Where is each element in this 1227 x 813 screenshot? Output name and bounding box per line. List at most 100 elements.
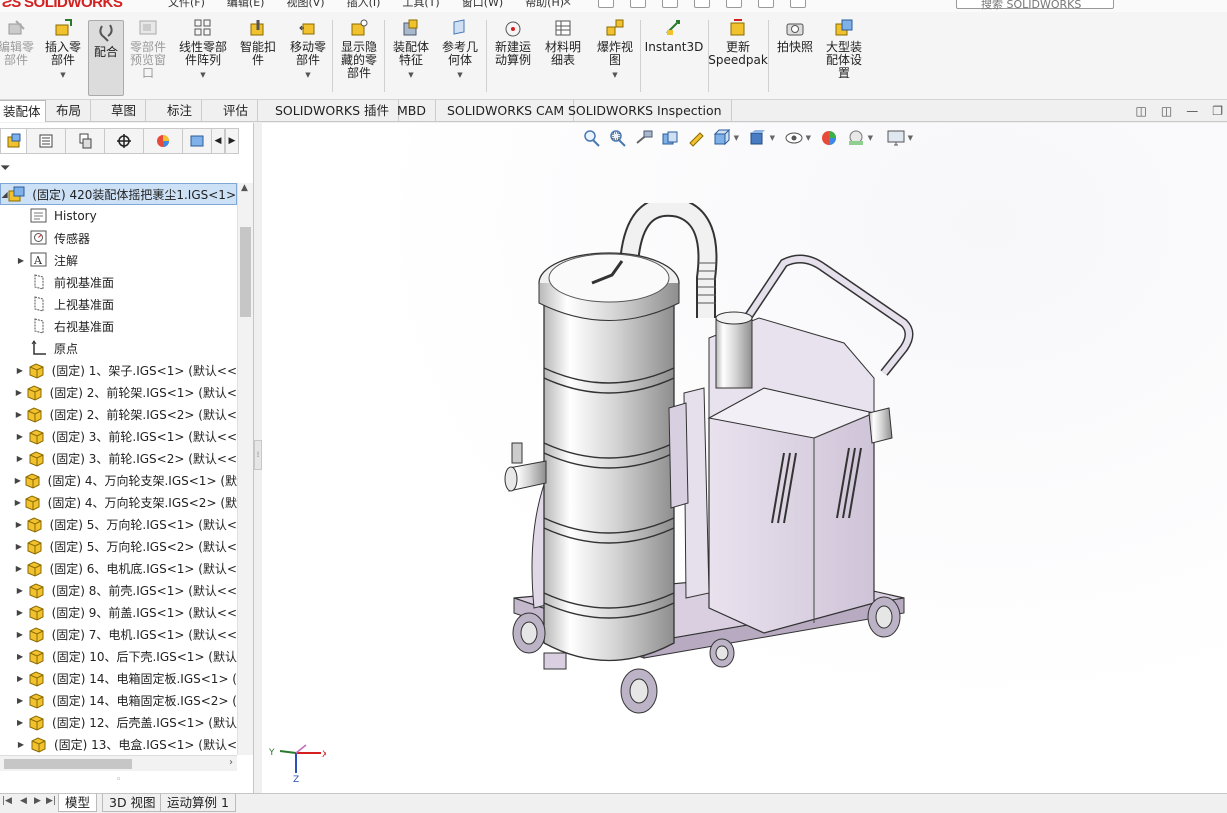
tab-3d-views[interactable]: 3D 视图 — [102, 794, 163, 812]
tab-layout[interactable]: 布局 — [47, 100, 92, 122]
tree-item-component[interactable]: ▶ (固定) 14、电箱固定板.IGS<1> ( — [0, 667, 237, 689]
tree-item-plane[interactable]: 上视基准面 — [0, 293, 237, 315]
dynamic-annotation-icon[interactable] — [686, 129, 706, 147]
vacuum-assembly-model[interactable] — [494, 203, 924, 723]
tree-item-component[interactable]: ▶ (固定) 13、电盒.IGS<1> (默认< — [0, 733, 237, 753]
select-icon[interactable] — [726, 0, 742, 8]
update-speedpak-button[interactable]: 更新 Speedpak — [708, 18, 768, 67]
expand-arrow-icon[interactable]: ▶ — [12, 718, 28, 727]
restore-icon[interactable]: ❐ — [1212, 104, 1223, 118]
tree-item-component[interactable]: ▶ (固定) 8、前壳.IGS<1> (默认<< — [0, 579, 237, 601]
tree-item-history[interactable]: History — [0, 205, 237, 227]
tab-evaluate[interactable]: 评估 — [214, 100, 259, 122]
scroll-right-icon[interactable]: › — [229, 757, 233, 768]
graphics-area[interactable]: ▼ ▼ ▼ ▼ ▼ X Y Z — [262, 123, 1227, 793]
apply-scene-icon[interactable]: ▼ — [846, 129, 873, 147]
tree-item-component[interactable]: ▶ (固定) 2、前轮架.IGS<1> (默认< — [0, 381, 237, 403]
instant3d-button[interactable]: Instant3D — [644, 18, 704, 54]
menu-file[interactable]: 文件(F) — [168, 0, 205, 10]
expand-arrow-icon[interactable]: ▶ — [12, 366, 28, 375]
tab-dimxpertmanager[interactable] — [104, 128, 144, 154]
menu-tools[interactable]: 工具(T) — [402, 0, 439, 10]
large-assembly-settings-button[interactable]: 大型装 配体设 置 — [820, 18, 868, 80]
edit-appearance-icon[interactable] — [820, 129, 840, 147]
chevron-down-icon[interactable]: ▼ — [734, 134, 739, 142]
chevron-down-icon[interactable]: ▼ — [908, 134, 913, 142]
solidworks-logo[interactable]: ƧS SOLIDWORKS — [2, 0, 123, 11]
scroll-thumb[interactable] — [240, 227, 251, 317]
hide-show-items-icon[interactable]: ▼ — [784, 129, 811, 147]
edit-component-button[interactable]: 编辑零 部件 — [0, 18, 36, 67]
menu-edit[interactable]: 编辑(E) — [227, 0, 265, 10]
tab-solidworks-inspection[interactable]: SOLIDWORKS Inspection — [559, 100, 732, 122]
tree-item-component[interactable]: ▶ (固定) 4、万向轮支架.IGS<2> (默 — [0, 491, 237, 513]
pane-split-handle[interactable]: ◦ — [116, 775, 121, 785]
expand-arrow-icon[interactable]: ▶ — [12, 476, 24, 485]
exploded-view-button[interactable]: 爆炸视 图 ▼ — [592, 18, 638, 82]
chevron-down-icon[interactable]: ▼ — [868, 134, 873, 142]
display-style-icon[interactable]: ▼ — [748, 129, 775, 147]
expand-arrow-icon[interactable]: ▶ — [12, 564, 26, 573]
reference-geometry-button[interactable]: 参考几 何体 ▼ — [438, 18, 482, 82]
tile-left-icon[interactable]: ◫ — [1136, 104, 1147, 118]
tile-right-icon[interactable]: ◫ — [1161, 104, 1172, 118]
chevron-down-icon[interactable]: ▼ — [305, 69, 310, 82]
menu-help[interactable]: 帮助(H) — [525, 0, 564, 10]
expand-arrow-icon[interactable]: ▶ — [12, 586, 28, 595]
filter-icon[interactable]: ⏷ — [0, 161, 10, 176]
first-tab-icon[interactable]: |◀ — [2, 796, 12, 806]
mate-button[interactable]: 配合 — [88, 20, 124, 96]
new-motion-study-button[interactable]: 新建运 动算例 — [490, 18, 536, 67]
last-tab-icon[interactable]: ▶| — [46, 796, 56, 806]
chevron-down-icon[interactable]: ▼ — [806, 134, 811, 142]
expand-arrow-icon[interactable]: ▶ — [12, 256, 30, 265]
tree-item-sensor[interactable]: 传感器 — [0, 227, 237, 249]
expand-arrow-icon[interactable]: ▶ — [12, 630, 28, 639]
scroll-thumb[interactable] — [4, 759, 132, 769]
pane-collapse-handle[interactable]: ⁞ — [254, 440, 262, 470]
expand-arrow-icon[interactable]: ▶ — [12, 454, 28, 463]
chevron-down-icon[interactable]: ▼ — [457, 69, 462, 82]
expand-arrow-icon[interactable]: ▶ — [12, 674, 28, 683]
next-tab-icon[interactable]: ▶ — [34, 796, 41, 806]
zoom-to-area-icon[interactable] — [608, 129, 628, 147]
tree-item-component[interactable]: ▶ (固定) 3、前轮.IGS<2> (默认<< — [0, 447, 237, 469]
tree-item-component[interactable]: ▶ (固定) 5、万向轮.IGS<1> (默认< — [0, 513, 237, 535]
component-preview-button[interactable]: 零部件 预览窗 口 — [126, 18, 170, 80]
linear-pattern-button[interactable]: 线性零部 件阵列 ▼ — [174, 18, 232, 82]
menu-insert[interactable]: 插入(I) — [347, 0, 381, 10]
chevron-down-icon[interactable]: ▼ — [770, 134, 775, 142]
expand-arrow-icon[interactable]: ▶ — [12, 652, 28, 661]
tree-item-component[interactable]: ▶ (固定) 1、架子.IGS<1> (默认<< — [0, 359, 237, 381]
expand-arrow-icon[interactable]: ▶ — [12, 410, 26, 419]
collapse-arrow-icon[interactable]: ◢ — [1, 190, 8, 199]
section-view-icon[interactable] — [660, 129, 680, 147]
zoom-to-fit-icon[interactable] — [582, 129, 602, 147]
tree-item-component[interactable]: ▶ (固定) 14、电箱固定板.IGS<2> ( — [0, 689, 237, 711]
chevron-down-icon[interactable]: ▼ — [408, 69, 413, 82]
tab-sketch[interactable]: 草图 — [102, 100, 147, 122]
tab-assembly[interactable]: 装配体 — [0, 100, 46, 122]
new-document-icon[interactable] — [598, 0, 614, 8]
options-gear-icon[interactable] — [790, 0, 806, 8]
tree-item-component[interactable]: ▶ (固定) 3、前轮.IGS<1> (默认<< — [0, 425, 237, 447]
tree-item-component[interactable]: ▶ (固定) 7、电机.IGS<1> (默认<< — [0, 623, 237, 645]
tab-cam[interactable] — [182, 128, 212, 154]
view-settings-monitor-icon[interactable]: ▼ — [886, 129, 913, 147]
print-icon[interactable] — [662, 0, 678, 8]
tab-featuremanager[interactable] — [0, 128, 27, 154]
move-component-button[interactable]: 移动零 部件 ▼ — [286, 18, 330, 82]
tree-item-component[interactable]: ▶ (固定) 12、后壳盖.IGS<1> (默认 — [0, 711, 237, 733]
scroll-up-icon[interactable]: ▲ — [241, 183, 248, 193]
expand-arrow-icon[interactable]: ▶ — [12, 696, 28, 705]
tree-vertical-scrollbar[interactable]: ▲ — [237, 183, 253, 755]
tree-item-component[interactable]: ▶ (固定) 4、万向轮支架.IGS<1> (默 — [0, 469, 237, 491]
menu-window[interactable]: 窗口(W) — [462, 0, 503, 10]
tree-item-component[interactable]: ▶ (固定) 9、前盖.IGS<1> (默认<< — [0, 601, 237, 623]
tree-horizontal-scrollbar[interactable]: › — [0, 755, 237, 771]
tabs-scroll-left-icon[interactable]: ◀ — [211, 128, 225, 154]
expand-arrow-icon[interactable]: ▶ — [12, 388, 26, 397]
previous-view-icon[interactable] — [634, 129, 654, 147]
tree-item-origin[interactable]: 原点 — [0, 337, 237, 359]
pin-menu-icon[interactable]: ✕ — [562, 0, 572, 9]
